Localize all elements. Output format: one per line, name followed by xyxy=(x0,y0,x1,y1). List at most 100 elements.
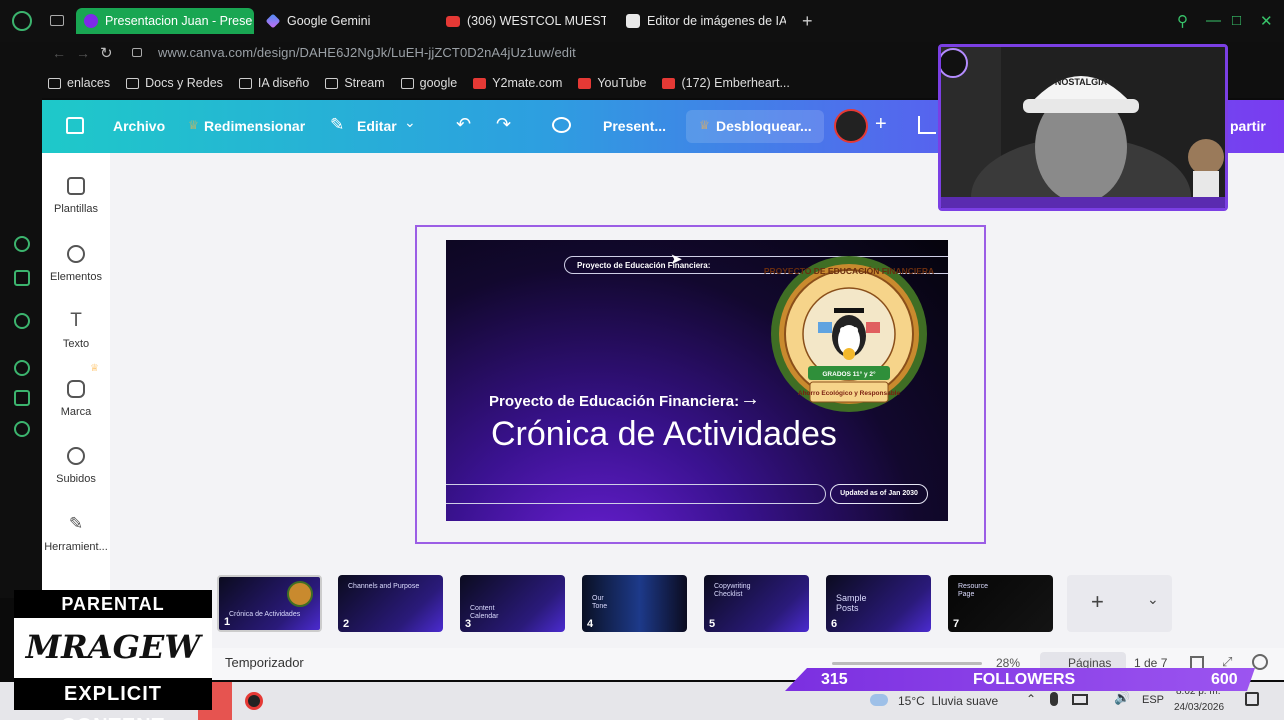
logo-grades-text: GRADOS 11° y 2° xyxy=(822,370,876,378)
refresh-icon[interactable] xyxy=(14,236,30,252)
side-panel: Plantillas Elementos T Texto Marca ♕ Subi… xyxy=(42,153,110,593)
bookmark-y2mate[interactable]: Y2mate.com xyxy=(473,76,562,90)
tab-canva[interactable]: Presentacion Juan - Prese xyxy=(76,8,254,34)
slide-canvas[interactable]: Proyecto de Educación Financiera: PROYEC… xyxy=(446,240,948,521)
zoom-slider[interactable] xyxy=(832,662,982,665)
slide-updated-text[interactable]: Updated as of Jan 2030 xyxy=(830,490,928,497)
advisory-bottom-label: EXPLICIT CONTENT xyxy=(14,678,212,720)
fullscreen-icon[interactable]: ⤢ xyxy=(1222,654,1232,670)
zoom-level[interactable]: 28% xyxy=(996,656,1020,670)
school-logo-image[interactable]: PROYECTO DE EDUCACIÓN FINANCIERA GRADOS … xyxy=(758,250,940,414)
undo-icon[interactable]: ↶ xyxy=(456,114,471,135)
bookmark-youtube[interactable]: YouTube xyxy=(578,76,646,90)
logo-motto-text: Ahorro Ecológico y Responsable xyxy=(798,390,901,397)
clock-date[interactable]: 24/03/2026 xyxy=(1174,702,1224,713)
youtube-icon xyxy=(578,77,592,89)
search-icon[interactable]: ⚲ xyxy=(1177,12,1188,30)
cloud-saved-icon[interactable] xyxy=(552,117,571,133)
lock-icon xyxy=(132,48,142,57)
whatsapp-icon[interactable] xyxy=(14,313,30,329)
taskbar-app-browser[interactable] xyxy=(245,692,263,710)
close-icon[interactable]: ✕ xyxy=(1260,12,1273,30)
redo-icon[interactable]: ↷ xyxy=(496,114,511,135)
tray-chevron-icon[interactable]: ⌃ xyxy=(1026,692,1036,706)
pages-label: Páginas xyxy=(1068,656,1112,670)
forward-icon[interactable]: → xyxy=(76,45,90,61)
slide-bottom-line[interactable] xyxy=(446,484,826,504)
bookmark-google[interactable]: google xyxy=(400,76,457,90)
puzzle-icon[interactable] xyxy=(14,390,30,406)
volume-icon[interactable]: 🔊 xyxy=(1114,690,1130,706)
panel-text[interactable]: T Texto xyxy=(42,311,110,350)
page-thumbnail-3[interactable]: Content Calendar 3 xyxy=(460,575,565,632)
page-thumbnail-6[interactable]: Sample Posts 6 xyxy=(826,575,931,632)
weather-text[interactable]: 15°C Lluvia suave xyxy=(898,694,998,708)
tab-gemini[interactable]: Google Gemini xyxy=(266,8,426,34)
cap-logo-text: NOSTALGIA xyxy=(1055,77,1108,87)
minimize-icon[interactable]: — xyxy=(1206,12,1221,29)
followers-goal: 600 xyxy=(1211,671,1238,688)
notifications-icon[interactable] xyxy=(1245,692,1259,706)
gemini-icon xyxy=(266,13,281,29)
tab-list-icon[interactable] xyxy=(50,15,64,26)
page-thumbnail-5[interactable]: Copywriting Checklist 5 xyxy=(704,575,809,632)
resize-button[interactable]: Redimensionar xyxy=(204,118,305,134)
panel-brand[interactable]: Marca xyxy=(42,380,110,418)
slide-title[interactable]: Crónica de Actividades xyxy=(491,415,837,454)
folder-icon xyxy=(325,77,339,89)
settings-icon[interactable] xyxy=(14,421,30,437)
avatar[interactable] xyxy=(834,109,868,143)
clock-icon[interactable] xyxy=(14,360,30,376)
network-icon[interactable] xyxy=(1072,694,1088,705)
add-icon: + xyxy=(1091,589,1104,614)
page-thumbnail-4[interactable]: Our Tone 4 xyxy=(582,575,687,632)
panel-elements[interactable]: Elementos xyxy=(42,245,110,283)
grid-view-icon[interactable] xyxy=(1190,656,1204,670)
tab-youtube[interactable]: (306) WESTCOL MUESTR xyxy=(446,8,606,34)
bookmark-emberheart[interactable]: (172) Emberheart... xyxy=(662,76,790,90)
page-thumbnail-2[interactable]: Channels and Purpose 2 xyxy=(338,575,443,632)
back-icon[interactable]: ← xyxy=(52,45,66,61)
reload-icon[interactable]: ↻ xyxy=(100,44,113,62)
chart-icon[interactable] xyxy=(918,116,936,134)
slide-subtitle[interactable]: Proyecto de Educación Financiera: xyxy=(489,393,739,410)
present-button[interactable]: Present... xyxy=(603,118,666,134)
canva-icon xyxy=(84,14,98,28)
new-tab-button[interactable]: + xyxy=(802,11,813,32)
panel-uploads[interactable]: Subidos xyxy=(42,447,110,485)
editor-icon xyxy=(626,14,640,28)
help-icon[interactable] xyxy=(1252,654,1268,670)
tab-label: Editor de imágenes de IA - xyxy=(647,14,786,28)
streamer-webcam-image: NOSTALGIA xyxy=(941,47,1225,208)
timer-button[interactable]: Temporizador xyxy=(225,655,304,670)
bookmark-stream[interactable]: Stream xyxy=(325,76,385,90)
shapes-icon xyxy=(67,245,85,263)
bookmark-enlaces[interactable]: enlaces xyxy=(48,76,110,90)
chevron-down-icon[interactable]: ⌄ xyxy=(404,114,416,131)
bookmark-docs[interactable]: Docs y Redes xyxy=(126,76,223,90)
tab-editor[interactable]: Editor de imágenes de IA - xyxy=(626,8,786,34)
add-page-button[interactable]: + ⌄ xyxy=(1067,575,1172,632)
parental-advisory-badge: PARENTAL ADVISORY MRAGEW EXPLICIT CONTEN… xyxy=(14,590,212,720)
add-icon[interactable]: + xyxy=(875,113,887,136)
share-button[interactable]: partir xyxy=(1230,118,1266,134)
language-indicator[interactable]: ESP xyxy=(1142,694,1164,706)
panel-tools[interactable]: ✎ Herramient... xyxy=(42,514,110,554)
os-sidebar xyxy=(0,98,42,598)
pen-tool-icon: ✎ xyxy=(68,514,84,533)
cart-icon[interactable] xyxy=(14,270,30,286)
y2mate-icon xyxy=(473,77,487,89)
home-icon[interactable] xyxy=(66,117,84,134)
page-thumbnail-7[interactable]: Resource Page 7 xyxy=(948,575,1053,632)
browser-logo-icon[interactable] xyxy=(12,11,32,31)
archivo-menu[interactable]: Archivo xyxy=(113,118,165,134)
panel-templates[interactable]: Plantillas xyxy=(42,177,110,215)
edit-menu[interactable]: Editar xyxy=(357,118,397,134)
mic-icon[interactable] xyxy=(1050,692,1058,706)
url-field[interactable]: www.canva.com/design/DAHE6J2NgJk/LuEH-jj… xyxy=(158,45,576,60)
slide-pill-text[interactable]: Proyecto de Educación Financiera: xyxy=(577,261,710,270)
templates-icon xyxy=(67,177,85,195)
maximize-icon[interactable]: □ xyxy=(1232,12,1241,29)
page-thumbnail-1[interactable]: Crónica de Actividades 1 xyxy=(217,575,322,632)
bookmark-ia[interactable]: IA diseño xyxy=(238,76,309,90)
